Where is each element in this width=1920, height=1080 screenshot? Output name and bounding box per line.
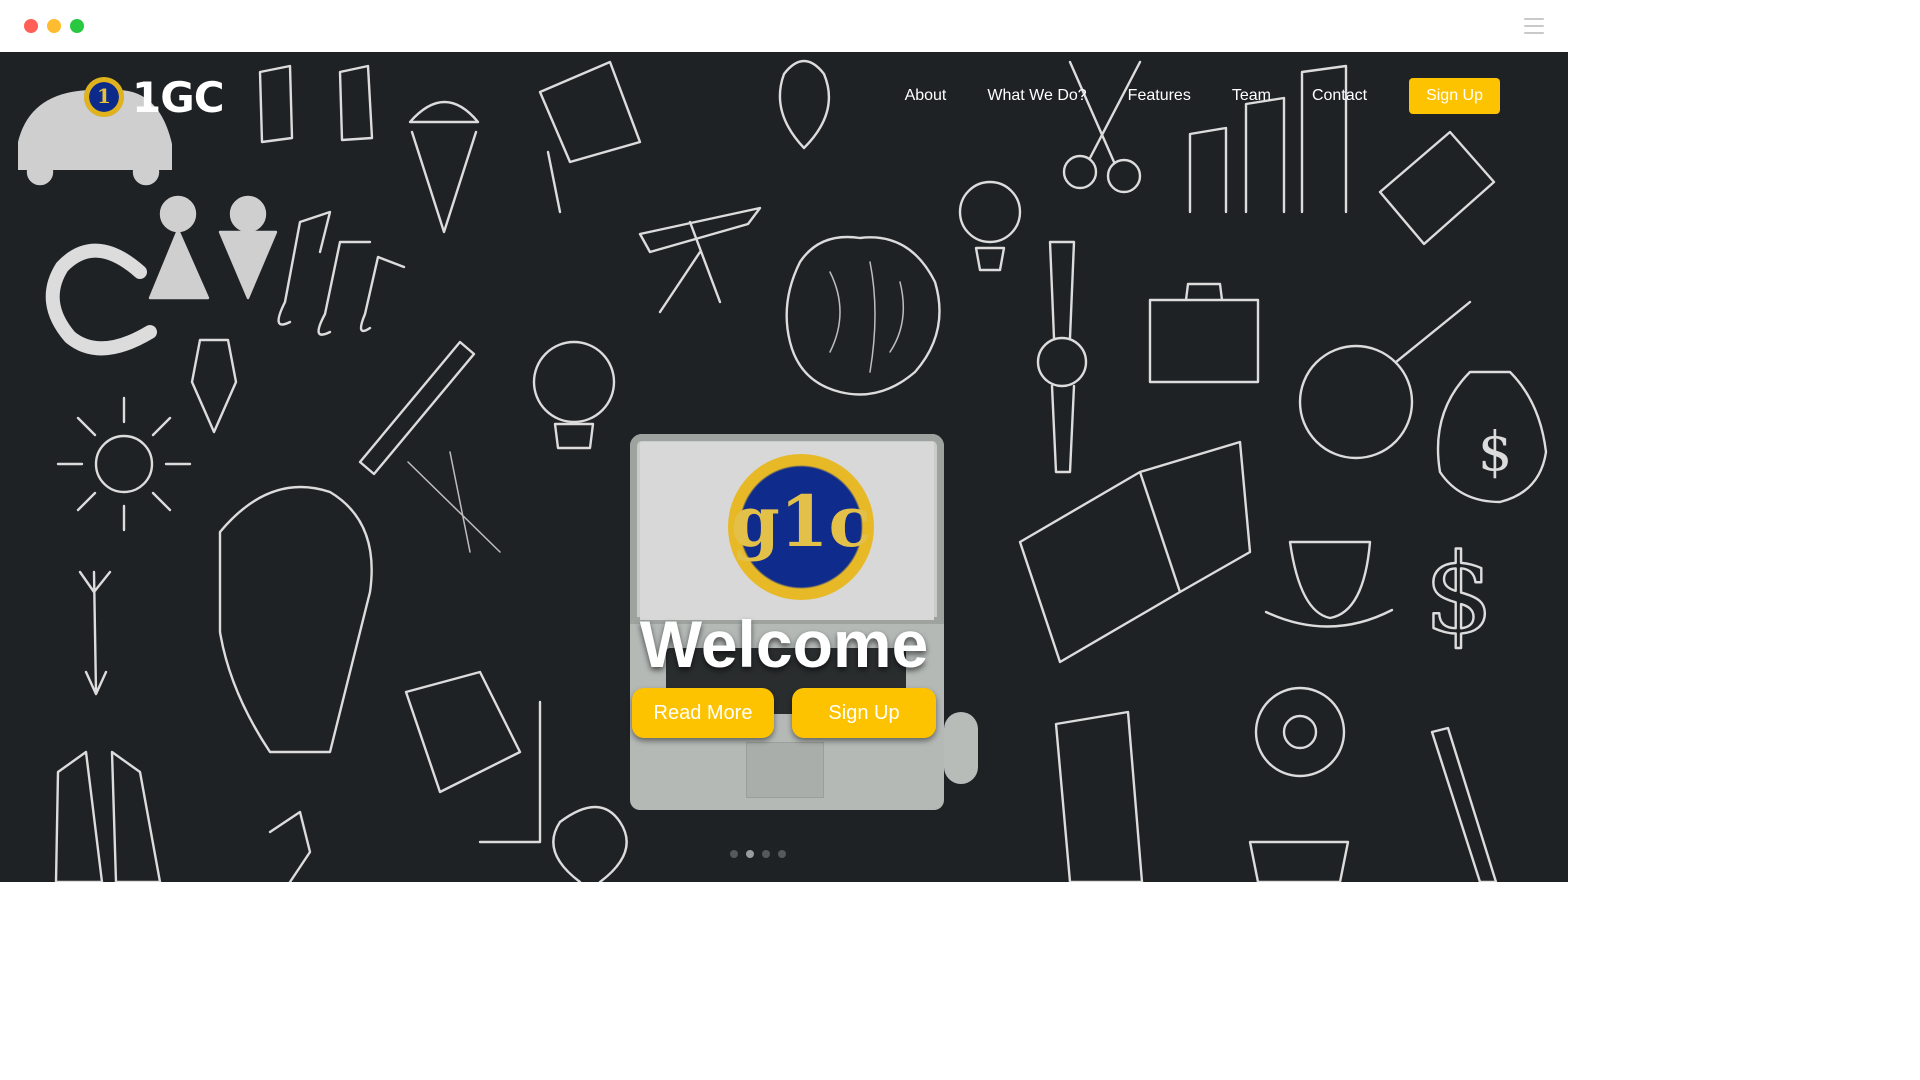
brand-logo[interactable]: 1GC	[84, 73, 225, 122]
emblem-text: g1c	[730, 480, 872, 563]
close-window-button[interactable]	[24, 19, 38, 33]
nav-team[interactable]: Team	[1232, 78, 1271, 114]
slider-dots	[730, 850, 794, 858]
hero-signup-button[interactable]: Sign Up	[792, 688, 936, 738]
nav-features[interactable]: Features	[1128, 78, 1191, 114]
nav-what-we-do[interactable]: What We Do?	[987, 78, 1086, 114]
laptop-screen-bezel: g1c	[630, 434, 944, 624]
svg-text:$: $	[1478, 420, 1512, 483]
slider-dot[interactable]	[778, 850, 786, 858]
mouse-icon	[944, 712, 978, 784]
read-more-button[interactable]: Read More	[632, 688, 774, 738]
nav-about[interactable]: About	[905, 78, 947, 114]
logo-emblem-icon	[84, 77, 124, 117]
maximize-window-button[interactable]	[70, 19, 84, 33]
nav-contact[interactable]: Contact	[1312, 78, 1367, 114]
browser-chrome	[0, 0, 1568, 53]
hero-section: $ $ 1GC About What We Do? Features Team …	[0, 52, 1568, 882]
slider-dot[interactable]	[762, 850, 770, 858]
menu-icon[interactable]	[1524, 18, 1544, 34]
laptop-trackpad	[746, 742, 824, 798]
slider-dot[interactable]	[746, 850, 754, 858]
minimize-window-button[interactable]	[47, 19, 61, 33]
main-navigation: About What We Do? Features Team Contact …	[905, 78, 1500, 114]
hero-title: Welcome	[639, 607, 929, 681]
g1c-emblem-icon: g1c	[728, 454, 874, 600]
nav-signup-button[interactable]: Sign Up	[1409, 78, 1500, 114]
laptop-screen: g1c	[640, 442, 934, 620]
slider-dot[interactable]	[730, 850, 738, 858]
brand-name: 1GC	[132, 72, 225, 122]
